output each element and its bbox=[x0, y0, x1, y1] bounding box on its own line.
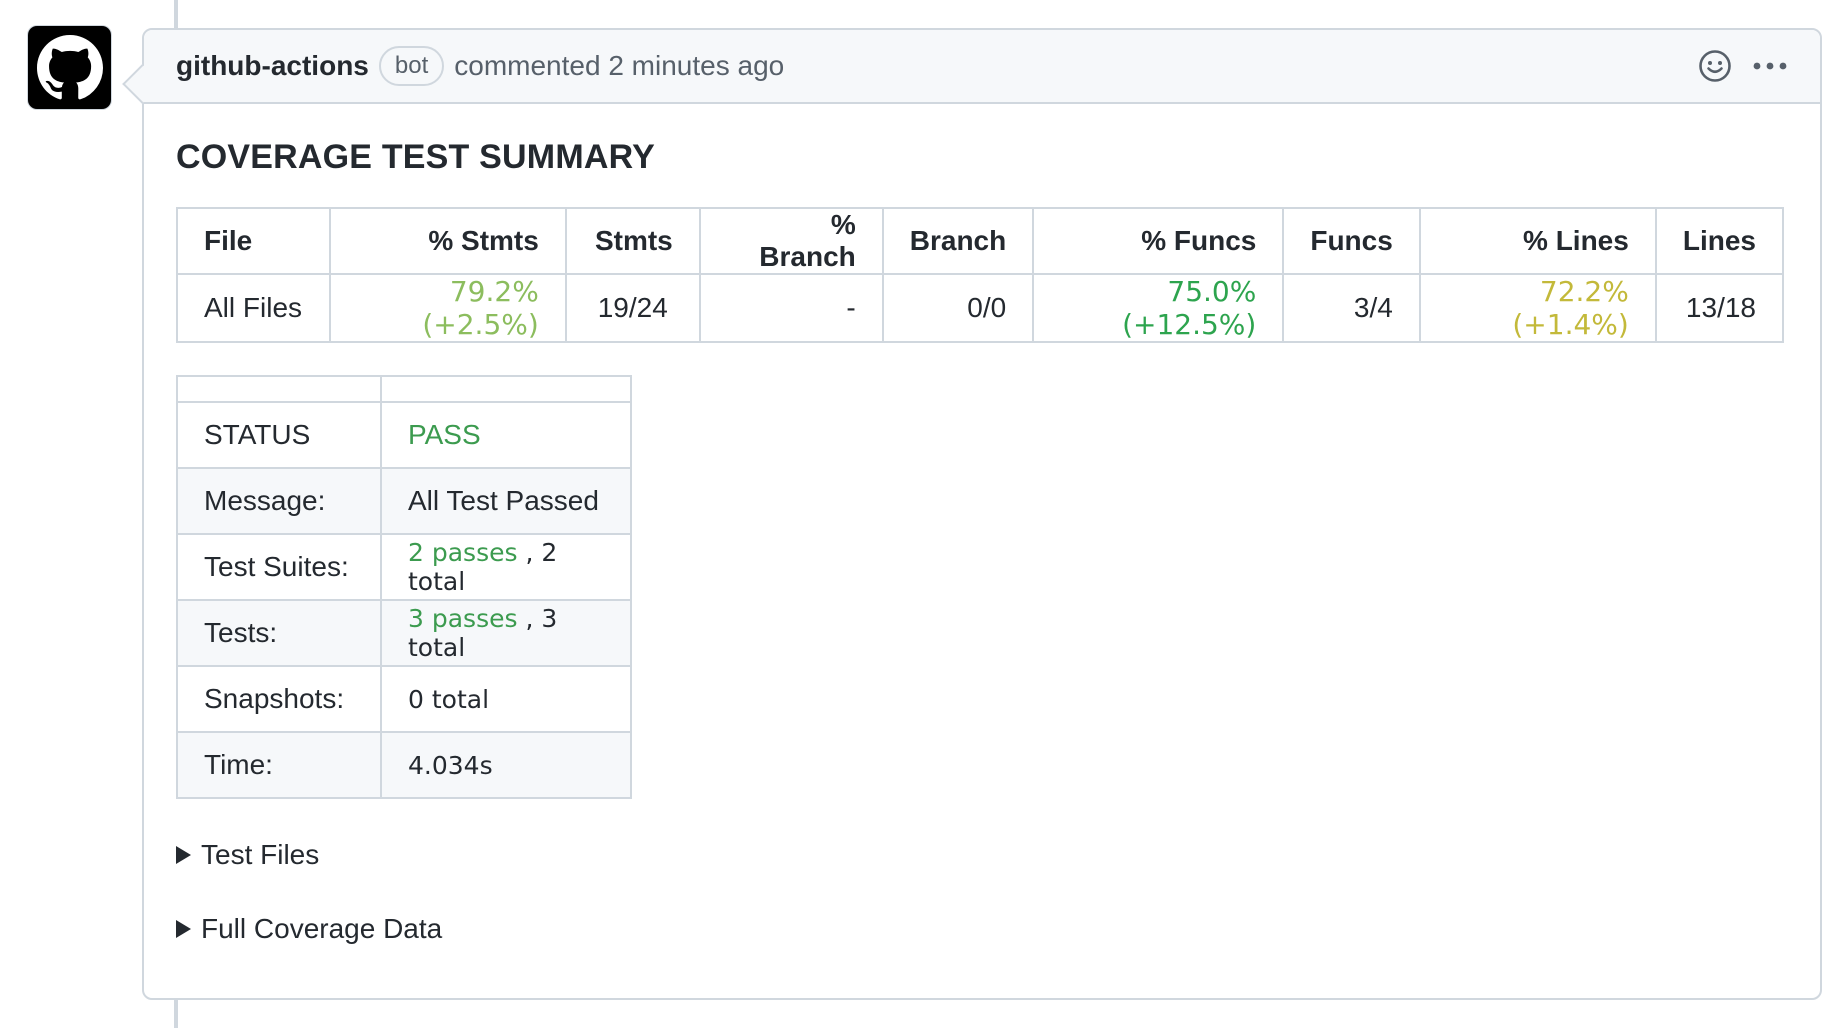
comment-timestamp[interactable]: commented 2 minutes ago bbox=[454, 50, 784, 82]
col-pct-lines: % Lines bbox=[1418, 207, 1657, 275]
kebab-menu-icon bbox=[1753, 62, 1787, 70]
cell-file: All Files bbox=[176, 273, 331, 343]
snapshots-label: Snapshots: bbox=[176, 665, 382, 733]
col-funcs: Funcs bbox=[1282, 207, 1421, 275]
status-label: STATUS bbox=[176, 401, 382, 469]
col-pct-stmts: % Stmts bbox=[328, 207, 567, 275]
smiley-icon bbox=[1699, 50, 1731, 82]
snapshots-value: 0 total bbox=[380, 665, 632, 733]
snapshots-row: Snapshots: 0 total bbox=[176, 665, 632, 733]
github-logo-icon bbox=[36, 34, 103, 99]
message-label: Message: bbox=[176, 467, 382, 535]
cell-pct-funcs: 75.0% (+12.5%) bbox=[1032, 273, 1285, 343]
col-pct-branch: % Branch bbox=[698, 207, 884, 275]
add-reaction-button[interactable] bbox=[1698, 49, 1732, 83]
col-stmts: Stmts bbox=[564, 207, 701, 275]
test-files-summary: Test Files bbox=[201, 839, 320, 870]
disclosure-triangle-icon bbox=[176, 846, 191, 864]
suites-value: 2 passes , 2 total bbox=[380, 533, 632, 601]
comment-box: github-actions bot commented 2 minutes a… bbox=[122, 28, 1822, 1000]
comment-body: COVERAGE TEST SUMMARY File % Stmts Stmts… bbox=[144, 104, 1820, 949]
tests-value: 3 passes , 3 total bbox=[380, 599, 632, 667]
message-row: Message: All Test Passed bbox=[176, 467, 632, 535]
more-options-button[interactable] bbox=[1752, 60, 1788, 72]
tests-passes: 3 passes bbox=[408, 604, 518, 633]
cell-pct-lines: 72.2% (+1.4%) bbox=[1418, 273, 1657, 343]
author-link[interactable]: github-actions bbox=[176, 50, 369, 82]
coverage-header-row: File % Stmts Stmts % Branch Branch % Fun… bbox=[176, 207, 1785, 275]
col-file: File bbox=[176, 207, 331, 275]
coverage-row: All Files 79.2% (+2.5%) 19/24 - 0/0 75.0… bbox=[176, 273, 1785, 343]
suites-row: Test Suites: 2 passes , 2 total bbox=[176, 533, 632, 601]
comment-header: github-actions bot commented 2 minutes a… bbox=[144, 30, 1820, 104]
cell-branch: 0/0 bbox=[881, 273, 1035, 343]
page: github-actions bot commented 2 minutes a… bbox=[0, 0, 1848, 1028]
header-actions bbox=[1698, 49, 1788, 83]
tests-row: Tests: 3 passes , 3 total bbox=[176, 599, 632, 667]
status-value: PASS bbox=[380, 401, 632, 469]
summary-title: COVERAGE TEST SUMMARY bbox=[176, 138, 655, 176]
col-branch: Branch bbox=[881, 207, 1035, 275]
suites-passes: 2 passes bbox=[408, 538, 518, 567]
blank-cell bbox=[380, 375, 632, 403]
cell-stmts: 19/24 bbox=[564, 273, 701, 343]
blank-cell bbox=[176, 375, 382, 403]
test-files-details[interactable]: Test Files bbox=[176, 835, 1788, 875]
message-value: All Test Passed bbox=[380, 467, 632, 535]
col-pct-funcs: % Funcs bbox=[1032, 207, 1285, 275]
status-row: STATUS PASS bbox=[176, 401, 632, 469]
col-lines: Lines bbox=[1654, 207, 1785, 275]
time-label: Time: bbox=[176, 731, 382, 799]
status-blank-row bbox=[176, 375, 632, 403]
avatar[interactable] bbox=[28, 26, 111, 109]
coverage-table: File % Stmts Stmts % Branch Branch % Fun… bbox=[176, 207, 1785, 343]
time-value: 4.034s bbox=[380, 731, 632, 799]
full-coverage-summary: Full Coverage Data bbox=[201, 913, 443, 944]
cell-pct-branch: - bbox=[698, 273, 884, 343]
cell-lines: 13/18 bbox=[1654, 273, 1785, 343]
full-coverage-details[interactable]: Full Coverage Data bbox=[176, 909, 1788, 949]
tests-label: Tests: bbox=[176, 599, 382, 667]
disclosure-triangle-icon bbox=[176, 920, 191, 938]
suites-label: Test Suites: bbox=[176, 533, 382, 601]
time-row: Time: 4.034s bbox=[176, 731, 632, 799]
status-table: STATUS PASS Message: All Test Passed Tes… bbox=[176, 375, 632, 799]
bot-badge: bot bbox=[378, 46, 445, 86]
cell-pct-stmts: 79.2% (+2.5%) bbox=[328, 273, 567, 343]
cell-funcs: 3/4 bbox=[1282, 273, 1421, 343]
